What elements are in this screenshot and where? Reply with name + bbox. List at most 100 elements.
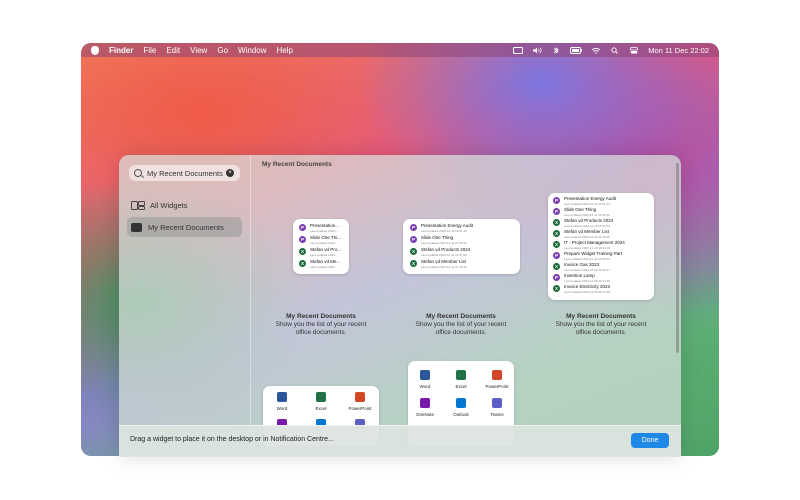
doc-title: Prepare Widget Training Part — [564, 251, 623, 256]
list-item: P Presentation Energy Audit Last updated 2… — [553, 196, 616, 206]
doc-title: Presentation Energy Audit — [421, 223, 474, 228]
recent-docs-widget-small[interactable]: P Presentation... Last updated 2023-... PS… — [293, 219, 349, 274]
doc-updated: Last updated 2023-... — [310, 252, 339, 257]
excel-icon: X — [299, 260, 306, 267]
excel-icon: X — [553, 230, 560, 237]
list-item: X Stefan vd Products 2024 Last updated 202… — [410, 247, 470, 257]
caption-line: Show you the list of your recent — [275, 321, 367, 328]
doc-title: Slide One Thing — [564, 207, 597, 212]
app-label: Excel — [455, 384, 467, 389]
doc-updated: Last updated 2023-12-10 15:22:51 — [564, 256, 611, 261]
widget-content-area: My Recent Documents P Presentation... Last… — [251, 155, 681, 456]
apple-icon[interactable] — [91, 45, 99, 55]
doc-updated: Last updated 2023-12-11 21:37:09 — [421, 252, 467, 257]
doc-updated: Last updated 2023-12-11 22:01:44 — [564, 201, 610, 206]
done-button[interactable]: Done — [631, 433, 669, 448]
widget-search-input[interactable]: My Recent Documents × — [129, 165, 240, 181]
powerpoint-icon — [492, 370, 502, 380]
excel-icon: X — [410, 248, 417, 255]
caption-line: Show you the list of your recent — [415, 321, 507, 328]
powerpoint-icon: P — [410, 236, 417, 243]
doc-updated: Last updated 2023-12-11 21:58:12 — [564, 212, 610, 217]
excel-icon — [316, 392, 326, 402]
widget-caption: My Recent Documents Show you the list of… — [551, 313, 651, 337]
excel-icon: X — [553, 263, 560, 270]
sidebar-item-my-recent-documents[interactable]: My Recent Documents — [127, 217, 242, 237]
menu-file[interactable]: File — [143, 46, 156, 55]
app-label: OneNote — [415, 412, 434, 417]
battery-icon[interactable] — [570, 46, 583, 54]
app-word[interactable]: Word — [265, 392, 299, 411]
doc-title: Invoice Gas 2023 — [564, 262, 600, 267]
app-excel[interactable]: Excel — [444, 370, 478, 389]
app-outlook[interactable]: Outlook — [444, 398, 478, 417]
doc-updated: Last updated 2023-12-08 20:13:49 — [564, 278, 611, 283]
list-item: P Slide One Thing Last updated 2023-12-11 … — [410, 235, 467, 245]
app-label: Excel — [315, 406, 327, 411]
doc-title: Stefan vd Member List — [564, 229, 610, 234]
doc-title: Stefan vd Member List — [421, 259, 467, 264]
list-item: P Slide One Thi... Last updated 2023-... — [299, 235, 341, 245]
doc-title: Slide One Thi... — [310, 235, 341, 240]
menu-clock[interactable]: Mon 11 Dec 22:02 — [648, 46, 709, 55]
doc-updated: Last updated 2023-... — [310, 228, 339, 233]
clear-search-icon[interactable]: × — [226, 169, 234, 177]
widget-caption: My Recent Documents Show you the list of… — [411, 313, 511, 337]
app-label: Teams — [490, 412, 504, 417]
drag-hint-text: Drag a widget to place it on the desktop… — [130, 436, 334, 443]
doc-updated: Last updated 2023-12-11 21:15:26 — [564, 234, 610, 239]
doc-updated: Last updated 2023-12-11 21:37:09 — [564, 223, 610, 228]
list-item: X Stefan vd Member List Last updated 2023-… — [410, 259, 467, 269]
bluetooth-icon[interactable] — [551, 46, 561, 54]
recent-docs-widget-large[interactable]: P Presentation Energy Audit Last updated 2… — [548, 193, 654, 300]
doc-title: Stefan vd Products 2024 — [564, 218, 614, 223]
doc-updated: Last updated 2023-12-11 21:58:12 — [421, 240, 467, 245]
app-word[interactable]: Word — [408, 370, 442, 389]
caption-title: My Recent Documents — [286, 313, 356, 320]
document-icon — [131, 222, 142, 232]
bottom-bar: Drag a widget to place it on the desktop… — [119, 425, 681, 457]
app-onenote[interactable]: OneNote — [408, 398, 442, 417]
list-item: P Slide One Thing Last updated 2023-12-11 … — [553, 207, 610, 217]
doc-title: Stefan vd Me... — [310, 259, 341, 264]
doc-updated: Last updated 2023-12-09 11:05:37 — [564, 267, 610, 272]
sidebar-item-all-widgets[interactable]: All Widgets — [127, 195, 242, 215]
app-excel[interactable]: Excel — [304, 392, 338, 411]
menu-view[interactable]: View — [190, 46, 207, 55]
widget-caption: My Recent Documents Show you the list of… — [271, 313, 371, 337]
powerpoint-icon: P — [553, 252, 560, 259]
doc-title: Invention Lamp — [564, 273, 595, 278]
list-item: P Presentation... Last updated 2023-... — [299, 223, 339, 233]
doc-updated: Last updated 2023-12-10 18:40:03 — [564, 245, 611, 250]
powerpoint-icon: P — [553, 197, 560, 204]
app-powerpoint[interactable]: PowerPoint — [480, 370, 514, 389]
powerpoint-icon: P — [299, 224, 306, 231]
wifi-icon[interactable] — [591, 47, 601, 54]
recent-docs-widget-medium[interactable]: P Presentation Energy Audit Last updated 2… — [403, 219, 520, 274]
menu-go[interactable]: Go — [217, 46, 228, 55]
app-powerpoint[interactable]: PowerPoint — [343, 392, 377, 411]
list-item: X Stefan vd Me... Last updated 2023-... — [299, 259, 341, 269]
section-title: My Recent Documents — [262, 161, 332, 168]
spotlight-search-icon[interactable] — [610, 46, 620, 54]
volume-icon[interactable] — [532, 47, 542, 54]
scrollbar[interactable] — [676, 163, 679, 353]
app-teams[interactable]: Teams — [480, 398, 514, 417]
menu-help[interactable]: Help — [276, 46, 292, 55]
list-item: P Invention Lamp Last updated 2023-12-08 2… — [553, 273, 611, 283]
search-icon — [134, 169, 142, 177]
list-item: P Prepare Widget Training Part Last update… — [553, 251, 623, 261]
menu-window[interactable]: Window — [238, 46, 266, 55]
excel-icon: X — [299, 248, 306, 255]
sidebar-item-label: My Recent Documents — [148, 222, 224, 232]
caption-line: office documents. — [435, 329, 487, 336]
keyboard-icon[interactable] — [513, 46, 524, 54]
menu-app-name[interactable]: Finder — [109, 46, 133, 55]
excel-icon: X — [553, 241, 560, 248]
menu-edit[interactable]: Edit — [166, 46, 180, 55]
widget-gallery-panel: My Recent Documents × All Widgets My Rec… — [119, 155, 681, 456]
excel-icon: X — [410, 260, 417, 267]
widgets-icon — [131, 200, 145, 210]
powerpoint-icon: P — [410, 224, 417, 231]
control-centre-icon[interactable] — [629, 46, 639, 54]
